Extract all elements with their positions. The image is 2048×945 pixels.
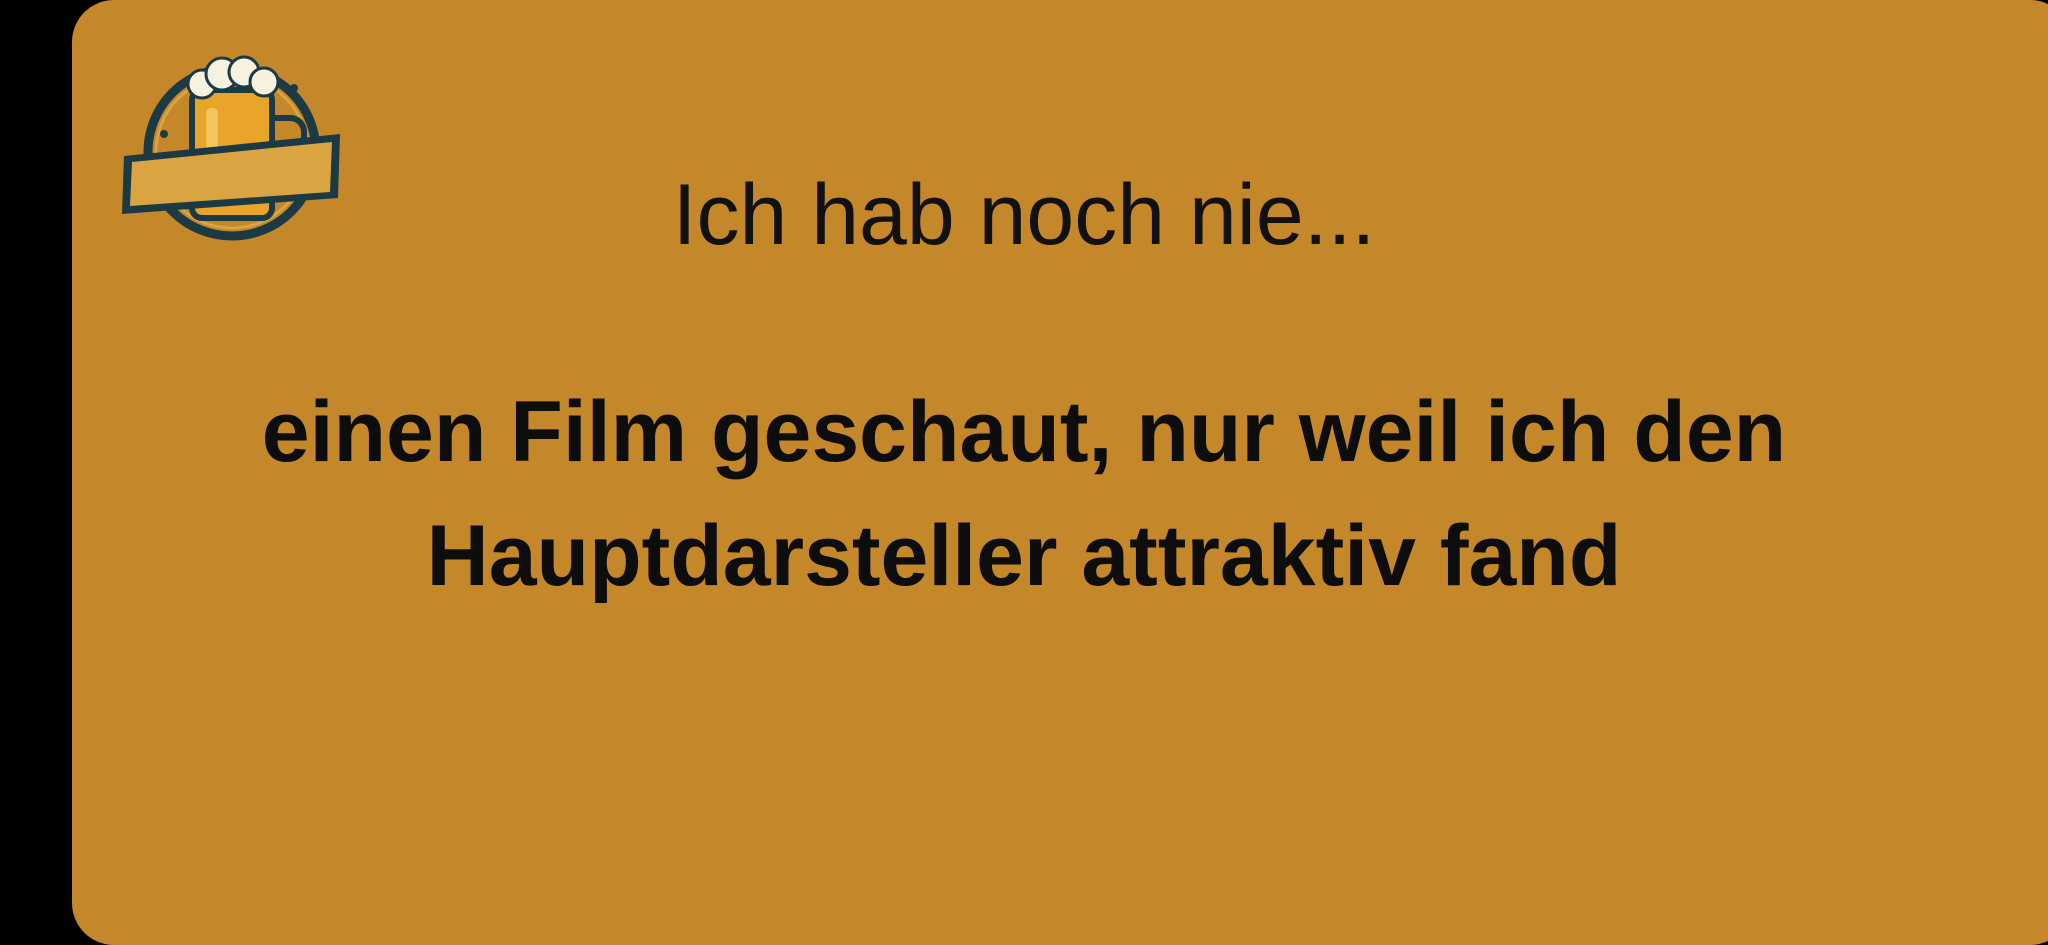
statement-text: einen Film geschaut, nur weil ich den Ha… xyxy=(261,384,1787,604)
prompt-heading: Ich hab noch nie... xyxy=(672,167,1376,263)
question-card[interactable]: Ich hab noch nie... einen Film geschaut,… xyxy=(72,0,2048,945)
